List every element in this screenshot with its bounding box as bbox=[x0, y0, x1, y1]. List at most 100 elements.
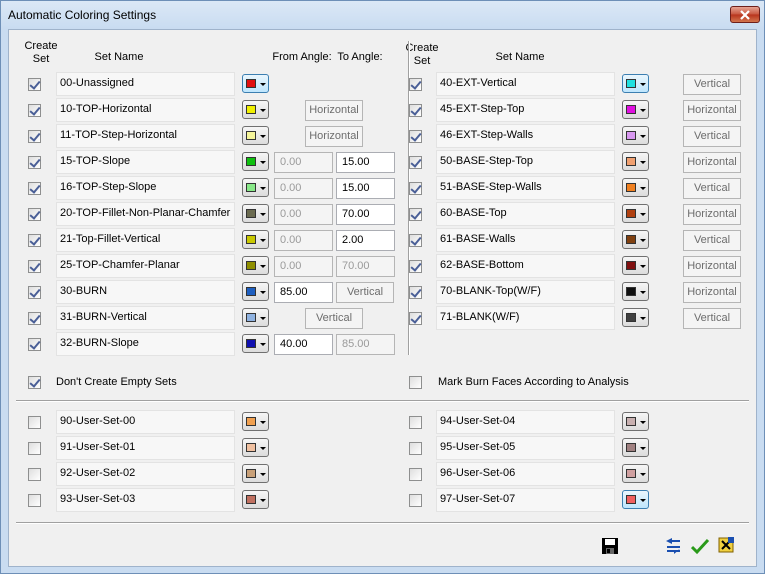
from-angle-input[interactable]: 85.00 bbox=[274, 282, 333, 303]
close-button[interactable] bbox=[730, 6, 760, 23]
user-set-checkbox[interactable] bbox=[409, 442, 422, 455]
chevron-down-icon bbox=[640, 161, 646, 164]
color-picker-button[interactable] bbox=[242, 464, 269, 483]
from-angle-input[interactable]: 0.00 bbox=[274, 204, 333, 225]
user-set-name-field: 94-User-Set-04 bbox=[436, 410, 615, 434]
load-list-icon[interactable] bbox=[664, 537, 682, 555]
color-picker-button[interactable] bbox=[242, 230, 269, 249]
orientation-field: Vertical bbox=[683, 126, 741, 147]
chevron-down-icon bbox=[260, 291, 266, 294]
color-picker-button[interactable] bbox=[242, 412, 269, 431]
color-swatch bbox=[626, 79, 636, 88]
set-checkbox[interactable] bbox=[28, 234, 41, 247]
to-angle-input[interactable]: 2.00 bbox=[336, 230, 395, 251]
color-picker-button[interactable] bbox=[622, 178, 649, 197]
chevron-down-icon bbox=[640, 187, 646, 190]
chevron-down-icon bbox=[640, 447, 646, 450]
color-picker-button[interactable] bbox=[622, 230, 649, 249]
user-set-checkbox[interactable] bbox=[28, 468, 41, 481]
color-picker-button[interactable] bbox=[242, 74, 269, 93]
color-picker-button[interactable] bbox=[242, 152, 269, 171]
color-picker-button[interactable] bbox=[242, 204, 269, 223]
set-checkbox[interactable] bbox=[28, 208, 41, 221]
user-set-checkbox[interactable] bbox=[28, 416, 41, 429]
to-angle-input[interactable]: 15.00 bbox=[336, 152, 395, 173]
set-checkbox[interactable] bbox=[409, 78, 422, 91]
set-checkbox[interactable] bbox=[28, 312, 41, 325]
user-set-checkbox[interactable] bbox=[409, 494, 422, 507]
color-picker-button[interactable] bbox=[242, 334, 269, 353]
to-angle-header: To Angle: bbox=[337, 51, 383, 63]
set-checkbox[interactable] bbox=[409, 260, 422, 273]
color-swatch bbox=[246, 157, 256, 166]
set-checkbox[interactable] bbox=[409, 156, 422, 169]
set-checkbox[interactable] bbox=[28, 156, 41, 169]
chevron-down-icon bbox=[640, 421, 646, 424]
user-set-checkbox[interactable] bbox=[409, 468, 422, 481]
set-checkbox[interactable] bbox=[409, 182, 422, 195]
set-checkbox[interactable] bbox=[409, 234, 422, 247]
set-checkbox[interactable] bbox=[409, 130, 422, 143]
left-set-name-header: Set Name bbox=[94, 51, 144, 63]
set-checkbox[interactable] bbox=[28, 78, 41, 91]
set-checkbox[interactable] bbox=[409, 312, 422, 325]
from-angle-input[interactable]: 0.00 bbox=[274, 256, 333, 277]
color-picker-button[interactable] bbox=[622, 412, 649, 431]
color-picker-button[interactable] bbox=[242, 178, 269, 197]
dont-create-empty-checkbox[interactable] bbox=[28, 376, 41, 389]
color-picker-button[interactable] bbox=[242, 100, 269, 119]
mark-burn-faces-checkbox[interactable] bbox=[409, 376, 422, 389]
color-swatch bbox=[626, 183, 636, 192]
set-checkbox[interactable] bbox=[28, 338, 41, 351]
color-picker-button[interactable] bbox=[242, 282, 269, 301]
set-checkbox[interactable] bbox=[28, 130, 41, 143]
set-checkbox[interactable] bbox=[28, 182, 41, 195]
chevron-down-icon bbox=[260, 499, 266, 502]
from-angle-input[interactable]: 0.00 bbox=[274, 230, 333, 251]
color-swatch bbox=[246, 209, 256, 218]
chevron-down-icon bbox=[260, 265, 266, 268]
set-checkbox[interactable] bbox=[28, 286, 41, 299]
color-picker-button[interactable] bbox=[622, 74, 649, 93]
window-title: Automatic Coloring Settings bbox=[8, 8, 157, 22]
color-swatch bbox=[626, 261, 636, 270]
user-set-checkbox[interactable] bbox=[28, 494, 41, 507]
set-checkbox[interactable] bbox=[28, 260, 41, 273]
color-picker-button[interactable] bbox=[242, 438, 269, 457]
color-picker-button[interactable] bbox=[622, 308, 649, 327]
color-picker-button[interactable] bbox=[242, 256, 269, 275]
color-picker-button[interactable] bbox=[622, 282, 649, 301]
to-angle-input[interactable]: 15.00 bbox=[336, 178, 395, 199]
check-icon[interactable] bbox=[691, 537, 709, 555]
user-set-checkbox[interactable] bbox=[28, 442, 41, 455]
color-picker-button[interactable] bbox=[622, 204, 649, 223]
color-picker-button[interactable] bbox=[622, 490, 649, 509]
color-picker-button[interactable] bbox=[242, 126, 269, 145]
cancel-icon[interactable] bbox=[717, 536, 735, 554]
set-checkbox[interactable] bbox=[409, 104, 422, 117]
from-angle-input[interactable]: 40.00 bbox=[274, 334, 333, 355]
color-picker-button[interactable] bbox=[242, 490, 269, 509]
to-angle-input[interactable]: 85.00 bbox=[336, 334, 395, 355]
color-picker-button[interactable] bbox=[622, 152, 649, 171]
to-angle-input[interactable]: 70.00 bbox=[336, 204, 395, 225]
from-angle-input[interactable]: 0.00 bbox=[274, 152, 333, 173]
color-picker-button[interactable] bbox=[622, 256, 649, 275]
set-name-field: 00-Unassigned bbox=[56, 72, 235, 96]
title-bar[interactable]: Automatic Coloring Settings bbox=[1, 1, 764, 29]
set-checkbox[interactable] bbox=[409, 208, 422, 221]
user-set-checkbox[interactable] bbox=[409, 416, 422, 429]
color-picker-button[interactable] bbox=[622, 126, 649, 145]
user-set-name-field: 93-User-Set-03 bbox=[56, 488, 235, 512]
orientation-field: Vertical bbox=[683, 230, 741, 251]
color-picker-button[interactable] bbox=[622, 464, 649, 483]
color-swatch bbox=[246, 313, 256, 322]
to-angle-input[interactable]: 70.00 bbox=[336, 256, 395, 277]
set-checkbox[interactable] bbox=[409, 286, 422, 299]
from-angle-input[interactable]: 0.00 bbox=[274, 178, 333, 199]
color-picker-button[interactable] bbox=[622, 438, 649, 457]
color-picker-button[interactable] bbox=[242, 308, 269, 327]
color-picker-button[interactable] bbox=[622, 100, 649, 119]
set-checkbox[interactable] bbox=[28, 104, 41, 117]
save-icon[interactable] bbox=[601, 537, 619, 555]
